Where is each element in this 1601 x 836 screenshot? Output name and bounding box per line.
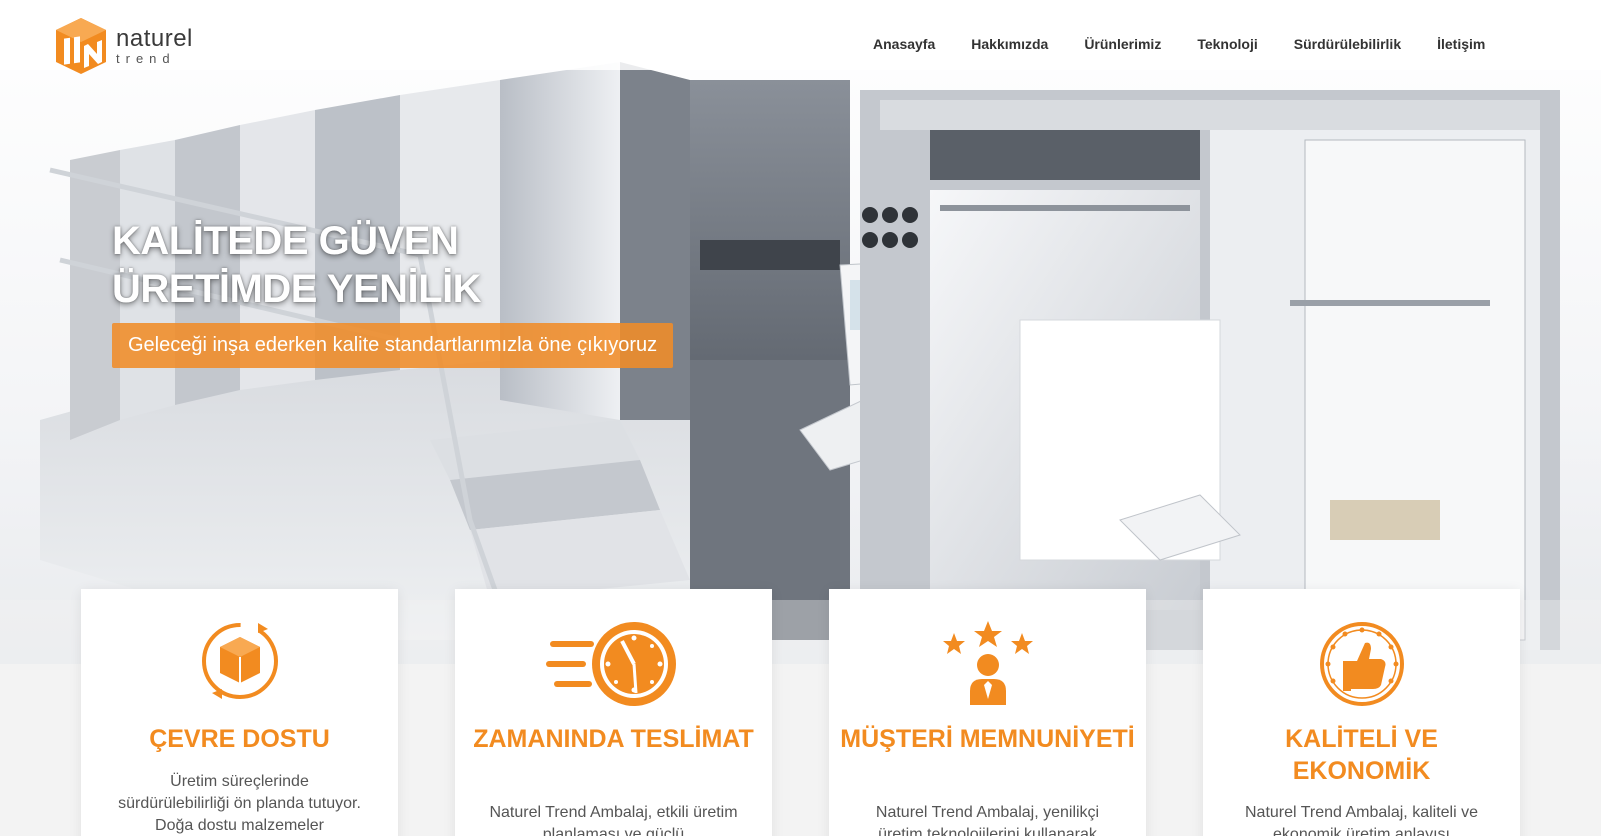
- page: naturel trend Anasayfa Hakkımızda Ürünle…: [0, 0, 1601, 836]
- naturel-trend-logo-icon: [56, 18, 106, 74]
- fast-clock-icon: [545, 622, 676, 706]
- hero-title: KALİTEDE GÜVEN ÜRETİMDE YENİLİK: [112, 217, 482, 313]
- feature-text: Naturel Trend Ambalaj, etkili üretim pla…: [489, 804, 738, 836]
- feature-card-kaliteli-ve-ekonomik: KALİTELİ VE EKONOMİK Naturel Trend Ambal…: [1203, 589, 1520, 836]
- thumbs-up-stars-icon: [1319, 622, 1404, 706]
- brand-logo[interactable]: naturel trend: [54, 16, 193, 76]
- nav-item-teknoloji[interactable]: Teknoloji: [1197, 36, 1257, 52]
- hero-title-line-2: ÜRETİMDE YENİLİK: [112, 267, 482, 311]
- feature-card-zamaninda-teslimat: ZAMANINDA TESLİMAT Naturel Trend Ambalaj…: [455, 589, 772, 836]
- feature-title: ZAMANINDA TESLİMAT: [473, 725, 754, 753]
- nav-item-iletisim[interactable]: İletişim: [1437, 36, 1485, 52]
- box-recycle-icon: [201, 623, 278, 699]
- site-header: naturel trend Anasayfa Hakkımızda Ürünle…: [0, 0, 1601, 92]
- feature-text: Üretim süreçlerinde sürdürülebilirliği ö…: [118, 773, 361, 834]
- hero-title-line-1: KALİTEDE GÜVEN: [112, 219, 459, 263]
- nav-item-hakkimizda[interactable]: Hakkımızda: [971, 36, 1048, 52]
- main-nav: Anasayfa Hakkımızda Ürünlerimiz Teknoloj…: [873, 36, 1521, 52]
- feature-card-musteri-memnuniyeti: MÜŞTERİ MEMNUNİYETİ Naturel Trend Ambala…: [829, 589, 1146, 836]
- brand-name: naturel: [116, 25, 193, 52]
- feature-text: Naturel Trend Ambalaj, kaliteli ve ekono…: [1245, 804, 1478, 836]
- feature-card-cevre-dostu: ÇEVRE DOSTU Üretim süreçlerinde sürdürül…: [81, 589, 398, 836]
- brand-subname: trend: [116, 51, 176, 66]
- feature-text: Naturel Trend Ambalaj, yenilikçi üretim …: [875, 804, 1100, 836]
- customer-stars-icon: [942, 621, 1033, 705]
- nav-item-anasayfa[interactable]: Anasayfa: [873, 36, 935, 52]
- feature-title: MÜŞTERİ MEMNUNİYETİ: [840, 725, 1135, 753]
- feature-title: KALİTELİ VE EKONOMİK: [1285, 725, 1438, 785]
- hero-subtitle: Geleceği inşa ederken kalite standartlar…: [112, 323, 674, 368]
- feature-title: ÇEVRE DOSTU: [149, 725, 330, 753]
- nav-item-surdurulebilirlik[interactable]: Sürdürülebilirlik: [1294, 36, 1401, 52]
- nav-item-urunlerimiz[interactable]: Ürünlerimiz: [1084, 36, 1161, 52]
